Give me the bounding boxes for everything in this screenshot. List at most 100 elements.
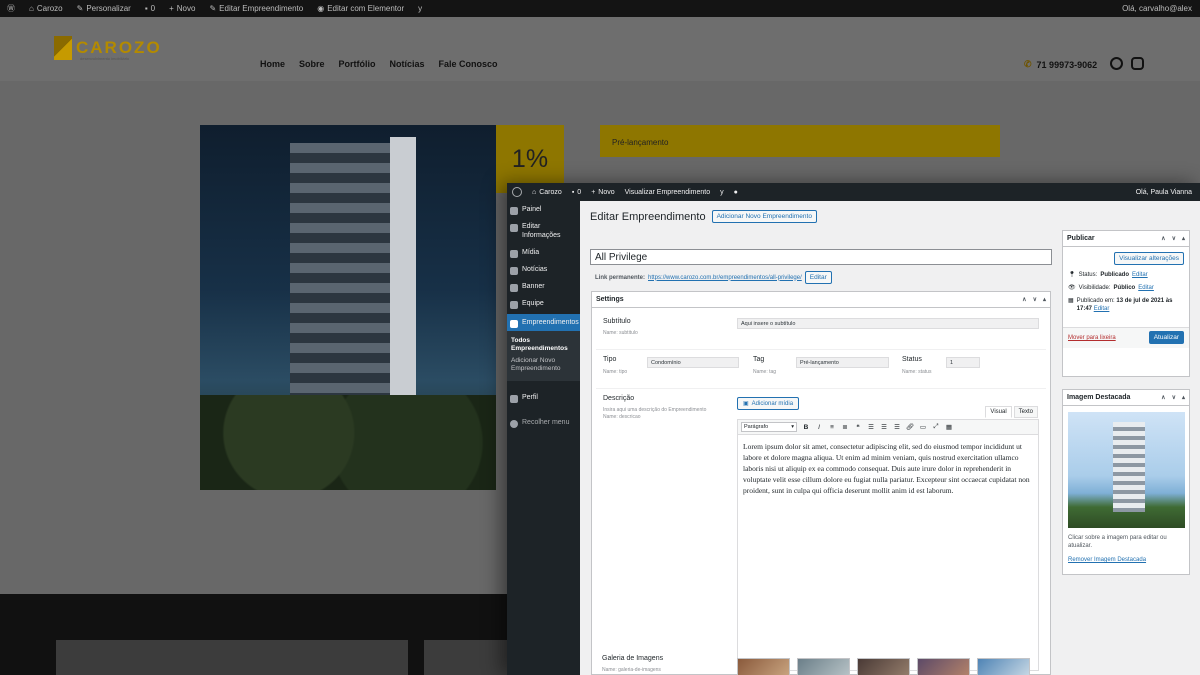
- publish-header[interactable]: Publicar ∧ ∨ ▴: [1063, 231, 1189, 247]
- remove-featured-link[interactable]: Remover Imagem Destacada: [1063, 553, 1189, 571]
- nav-fale-conosco[interactable]: Fale Conosco: [439, 59, 498, 69]
- numbered-list-icon[interactable]: ≣: [841, 423, 849, 431]
- permalink-url[interactable]: https://www.carozo.com.br/empreendimento…: [648, 275, 802, 281]
- nav-portfolio[interactable]: Portfólio: [339, 59, 376, 69]
- nav-home[interactable]: Home: [260, 59, 285, 69]
- align-right-icon[interactable]: ☰: [893, 423, 901, 431]
- tab-visual[interactable]: Visual: [985, 406, 1012, 418]
- bullet-list-icon[interactable]: ≡: [828, 424, 836, 431]
- phone-link[interactable]: ✆ 71 99973-9062: [1024, 59, 1097, 70]
- chevron-up-icon[interactable]: ∧: [1161, 394, 1165, 401]
- subtitulo-name: Name: subtitulo: [603, 330, 638, 336]
- pencil-icon: ✎: [209, 4, 217, 13]
- permalink-edit-button[interactable]: Editar: [804, 271, 832, 284]
- bg-greeting[interactable]: Olá, carvalho@alex: [1115, 4, 1200, 13]
- preview-changes-button[interactable]: Visualizar alterações: [1114, 252, 1184, 265]
- move-to-trash-link[interactable]: Mover para lixeira: [1068, 335, 1116, 341]
- admin-site-link[interactable]: ⌂ Carozo: [527, 189, 567, 196]
- building-icon: [510, 319, 518, 328]
- wp-logo-icon[interactable]: Ⓦ: [0, 3, 22, 14]
- kitchen-sink-icon[interactable]: ▦: [945, 423, 953, 431]
- submenu-adicionar[interactable]: Adicionar Novo Empreendimento: [511, 355, 576, 375]
- chevron-down-icon[interactable]: ∨: [1172, 394, 1176, 401]
- bg-site-link[interactable]: ⌂ Carozo: [22, 4, 70, 13]
- menu-item-editar-informacoes[interactable]: Editar Informações: [507, 218, 580, 244]
- hero-building-image: [200, 125, 496, 490]
- align-left-icon[interactable]: ☰: [867, 423, 875, 431]
- menu-collapse[interactable]: Recolher menu: [507, 414, 580, 431]
- gallery-thumb[interactable]: [857, 658, 910, 675]
- status-dot-icon[interactable]: ●: [729, 189, 743, 196]
- chevron-up-icon[interactable]: ∧: [1161, 235, 1165, 242]
- quote-icon[interactable]: ❝: [854, 423, 862, 431]
- triangle-up-icon[interactable]: ▴: [1182, 394, 1185, 401]
- bg-comments-link[interactable]: ▪ 0: [138, 4, 162, 13]
- read-more-icon[interactable]: ▭: [919, 423, 927, 431]
- metabox-arrows: ∧ ∨ ▴: [1022, 296, 1046, 303]
- submenu-todos[interactable]: Todos Empreendimentos: [511, 335, 576, 355]
- format-select[interactable]: Parágrafo ▾: [741, 422, 797, 432]
- menu-item-painel[interactable]: Painel: [507, 201, 580, 218]
- date-edit-link[interactable]: Editar: [1094, 306, 1110, 312]
- tag-input[interactable]: Pré-lançamento: [796, 357, 889, 368]
- menu-item-empreendimentos[interactable]: Empreendimentos: [507, 313, 580, 331]
- menu-item-equipe[interactable]: Equipe: [507, 295, 580, 312]
- yoast-icon[interactable]: y: [411, 4, 429, 13]
- bold-icon[interactable]: B: [802, 424, 810, 431]
- status-edit-link[interactable]: Editar: [1132, 272, 1148, 278]
- tab-texto[interactable]: Texto: [1013, 406, 1038, 418]
- editor-body[interactable]: Lorem ipsum dolor sit amet, consectetur …: [738, 435, 1038, 502]
- site-logo[interactable]: CAROZO desenvolvimento imobiliário: [54, 36, 162, 61]
- triangle-up-icon[interactable]: ▴: [1182, 235, 1185, 242]
- menu-item-banner[interactable]: Banner: [507, 278, 580, 295]
- add-new-button[interactable]: Adicionar Novo Empreendimento: [711, 210, 817, 223]
- gallery-thumb[interactable]: [737, 658, 790, 675]
- admin-comments-link[interactable]: ▪ 0: [567, 189, 586, 196]
- nav-noticias[interactable]: Notícias: [390, 59, 425, 69]
- italic-icon[interactable]: I: [815, 424, 823, 431]
- featured-image[interactable]: [1068, 412, 1185, 528]
- update-button[interactable]: Atualizar: [1148, 331, 1184, 345]
- visibility-edit-link[interactable]: Editar: [1138, 285, 1154, 291]
- add-media-button[interactable]: ▣ Adicionar mídia: [737, 397, 800, 410]
- bg-edit-link[interactable]: ✎ Editar Empreendimento: [202, 4, 310, 13]
- brush-icon: ✎: [76, 4, 84, 13]
- instagram-icon[interactable]: [1131, 57, 1144, 70]
- chevron-down-icon[interactable]: ∨: [1033, 296, 1037, 303]
- featured-arrows: ∧ ∨ ▴: [1161, 394, 1185, 401]
- nav-sobre[interactable]: Sobre: [299, 59, 325, 69]
- publish-status-row: 📍︎ Status: Publicado Editar: [1068, 271, 1148, 279]
- site-nav: Home Sobre Portfólio Notícias Fale Conos…: [260, 59, 498, 69]
- menu-item-midia[interactable]: Mídia: [507, 244, 580, 261]
- align-center-icon[interactable]: ☰: [880, 423, 888, 431]
- gallery-thumb[interactable]: [797, 658, 850, 675]
- featured-header[interactable]: Imagem Destacada ∧ ∨ ▴: [1063, 390, 1189, 406]
- plus-icon: +: [591, 188, 596, 196]
- chevron-up-icon[interactable]: ∧: [1022, 296, 1026, 303]
- yoast-icon[interactable]: y: [715, 189, 729, 196]
- bg-customize-link[interactable]: ✎ Personalizar: [70, 4, 138, 13]
- menu-item-noticias[interactable]: Notícias: [507, 261, 580, 278]
- gallery-thumb[interactable]: [977, 658, 1030, 675]
- gallery-thumb[interactable]: [917, 658, 970, 675]
- bg-elementor-link[interactable]: ◉ Editar com Elementor: [310, 4, 411, 13]
- admin-new-link[interactable]: + Novo: [586, 189, 619, 196]
- link-icon[interactable]: 🔗︎: [906, 423, 914, 431]
- facebook-icon[interactable]: [1110, 57, 1123, 70]
- fullscreen-icon[interactable]: ⤢: [932, 423, 940, 431]
- settings-header[interactable]: Settings ∧ ∨ ▴: [592, 292, 1050, 308]
- subtitulo-label: Subtítulo: [603, 318, 631, 325]
- menu-item-perfil[interactable]: Perfil: [507, 389, 580, 406]
- admin-wp-logo[interactable]: [507, 187, 527, 197]
- admin-view-link[interactable]: Visualizar Empreendimento: [620, 189, 715, 196]
- status-input[interactable]: 1: [946, 357, 980, 368]
- admin-greeting[interactable]: Olá, Paula Vianna: [1131, 189, 1200, 196]
- post-title-input[interactable]: All Privilege: [590, 249, 1052, 265]
- triangle-up-icon[interactable]: ▴: [1043, 296, 1046, 303]
- tipo-input[interactable]: Condomínio: [647, 357, 739, 368]
- bg-new-link[interactable]: + Novo: [162, 4, 202, 13]
- chevron-down-icon[interactable]: ∨: [1172, 235, 1176, 242]
- status-name: Name: status: [902, 369, 932, 375]
- subtitulo-input[interactable]: Aqui insere o subtítulo: [737, 318, 1039, 329]
- descricao-label: Descrição: [603, 395, 635, 402]
